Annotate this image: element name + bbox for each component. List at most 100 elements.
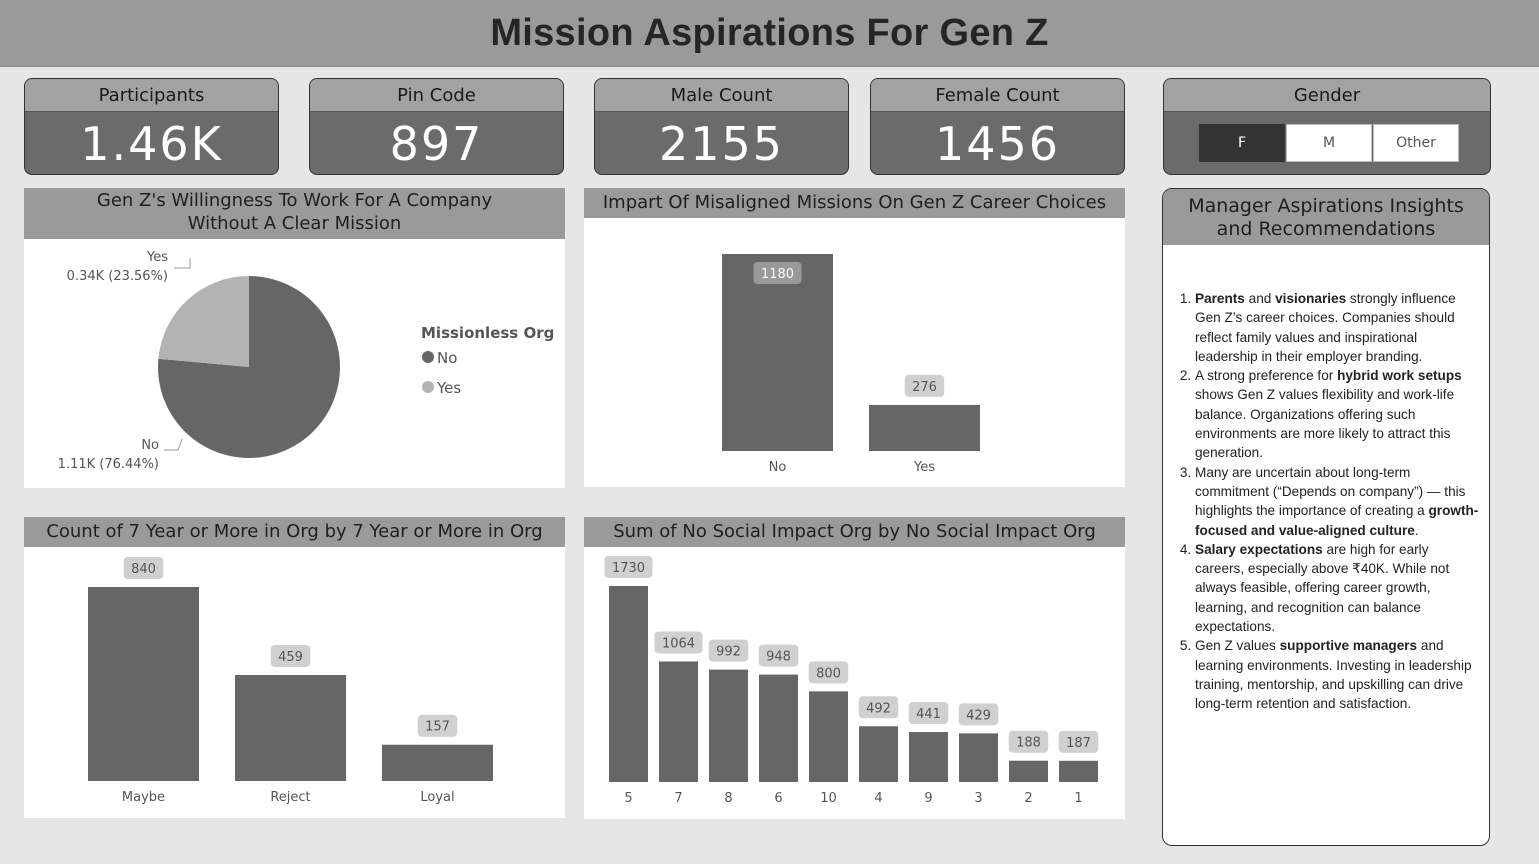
misaligned-missions-panel: Impart Of Misaligned Missions On Gen Z C… <box>584 188 1125 487</box>
pie-legend-yes-marker <box>422 381 434 393</box>
page-title: Mission Aspirations For Gen Z <box>490 11 1049 54</box>
title-bar: Mission Aspirations For Gen Z <box>0 0 1539 67</box>
pie-leader-yes <box>174 258 191 269</box>
slicer-option-other[interactable]: Other <box>1373 124 1459 162</box>
pie-chart: Yes 0.34K (23.56%) No 1.11K (76.44%) Mis… <box>58 250 555 472</box>
bar-9[interactable] <box>909 732 948 782</box>
insights-panel: Manager Aspirations Insights and Recomme… <box>1162 188 1490 846</box>
data-label: 441 <box>916 707 941 722</box>
data-label: 800 <box>816 666 841 681</box>
insight-emphasis: visionaries <box>1275 291 1347 306</box>
bar-4[interactable] <box>859 726 898 782</box>
bar-5[interactable] <box>609 586 648 782</box>
bar-reject[interactable] <box>235 674 346 781</box>
pie-leader-no <box>164 438 183 451</box>
insight-emphasis: hybrid work setups <box>1337 368 1462 384</box>
kpi-value: 897 <box>389 117 484 171</box>
pie-label-no-name: No <box>141 438 159 453</box>
kpi-card-female-count: Female Count 1456 <box>870 78 1125 175</box>
pie-chart-title: Gen Z's Willingness To Work For A Compan… <box>24 188 565 239</box>
category-label: Yes <box>913 460 935 475</box>
data-label: 157 <box>425 720 450 735</box>
insight-text: A strong preference for <box>1195 368 1338 384</box>
kpi-label: Pin Code <box>310 79 563 112</box>
insight-item: Gen Z values supportive managers and lea… <box>1195 636 1479 713</box>
social-impact-title: Sum of No Social Impact Org by No Social… <box>584 517 1125 547</box>
kpi-card-male-count: Male Count 2155 <box>594 78 849 175</box>
years-in-org-title: Count of 7 Year or More in Org by 7 Year… <box>24 517 565 547</box>
kpi-value: 2155 <box>658 117 785 171</box>
bar-loyal[interactable] <box>382 744 493 781</box>
data-label: 948 <box>766 650 791 665</box>
slicer-option-m[interactable]: M <box>1286 124 1372 162</box>
insights-title: Manager Aspirations Insights and Recomme… <box>1163 189 1489 245</box>
data-label: 1180 <box>761 267 794 282</box>
social-impact-panel: Sum of No Social Impact Org by No Social… <box>584 517 1125 819</box>
gender-slicer: Gender F M Other <box>1163 78 1491 175</box>
social-impact-bar-chart: 1730 5 1064 7 992 8 948 6 800 10 492 4 441 9 429 3 188 2 1… <box>604 556 1099 806</box>
bar-3[interactable] <box>959 733 998 782</box>
kpi-label: Male Count <box>595 79 848 112</box>
bar-10[interactable] <box>809 691 848 782</box>
insight-emphasis: Salary expectations <box>1195 541 1323 557</box>
years-in-org-panel: Count of 7 Year or More in Org by 7 Year… <box>24 517 565 818</box>
pie-label-no-value: 1.11K (76.44%) <box>58 457 159 472</box>
kpi-card-participants: Participants 1.46K <box>24 78 279 175</box>
data-label: 187 <box>1066 736 1091 751</box>
slicer-title: Gender <box>1164 79 1490 112</box>
pie-legend-no[interactable]: No <box>437 349 457 367</box>
category-label: Maybe <box>122 790 165 805</box>
bar-6[interactable] <box>759 674 798 782</box>
kpi-card-pin-code: Pin Code 897 <box>309 78 564 175</box>
bar-8[interactable] <box>709 669 748 782</box>
category-label: 2 <box>1024 791 1032 806</box>
category-label: Loyal <box>420 790 454 805</box>
insight-text: Gen Z values <box>1195 638 1280 654</box>
misaligned-missions-bar-chart: 1180 No 276 Yes <box>722 254 980 475</box>
category-label: Reject <box>270 790 310 805</box>
category-label: 1 <box>1074 791 1082 806</box>
insight-emphasis: supportive managers <box>1279 638 1418 654</box>
bar-yes[interactable] <box>869 404 980 451</box>
data-label: 840 <box>131 562 156 577</box>
bar-1[interactable] <box>1059 760 1098 782</box>
insight-text: . <box>1414 522 1419 538</box>
insight-item: Parents and visionaries strongly influen… <box>1195 289 1479 366</box>
insights-list: Parents and visionaries strongly influen… <box>1163 245 1489 714</box>
bar-2[interactable] <box>1009 760 1048 782</box>
pie-label-yes-value: 0.34K (23.56%) <box>67 269 168 284</box>
category-label: 7 <box>674 791 682 806</box>
category-label: 3 <box>974 791 982 806</box>
pie-legend-yes[interactable]: Yes <box>436 379 461 397</box>
category-label: 6 <box>774 791 782 806</box>
pie-chart-panel: Gen Z's Willingness To Work For A Compan… <box>24 188 565 488</box>
kpi-value: 1456 <box>934 117 1061 171</box>
category-label: 8 <box>724 791 732 806</box>
kpi-label: Female Count <box>871 79 1124 112</box>
category-label: 5 <box>624 791 632 806</box>
insight-emphasis: Parents <box>1195 291 1245 306</box>
category-label: No <box>769 460 787 475</box>
category-label: 4 <box>874 791 882 806</box>
insight-item: A strong preference for hybrid work setu… <box>1195 366 1479 462</box>
bar-7[interactable] <box>659 661 698 782</box>
misaligned-missions-title: Impart Of Misaligned Missions On Gen Z C… <box>584 188 1125 218</box>
slicer-option-f[interactable]: F <box>1199 124 1285 162</box>
insight-text: shows Gen Z values flexibility and work-… <box>1195 387 1455 461</box>
insight-item: Many are uncertain about long-term commi… <box>1195 463 1479 540</box>
pie-legend-title: Missionless Org <box>421 324 554 342</box>
pie-label-yes-name: Yes <box>146 250 168 265</box>
kpi-label: Participants <box>25 79 278 112</box>
bar-maybe[interactable] <box>88 587 199 781</box>
data-label: 1730 <box>612 561 645 576</box>
data-label: 429 <box>966 708 991 723</box>
data-label: 459 <box>278 650 303 665</box>
kpi-value: 1.46K <box>80 117 223 171</box>
years-in-org-bar-chart: 840 Maybe 459 Reject 157 Loyal <box>88 557 493 805</box>
pie-slice-yes[interactable] <box>158 276 249 367</box>
insight-text: and <box>1244 291 1276 306</box>
category-label: 10 <box>820 791 837 806</box>
data-label: 992 <box>716 645 741 660</box>
insight-item: Salary expectations are high for early c… <box>1195 540 1479 636</box>
data-label: 1064 <box>662 636 695 651</box>
